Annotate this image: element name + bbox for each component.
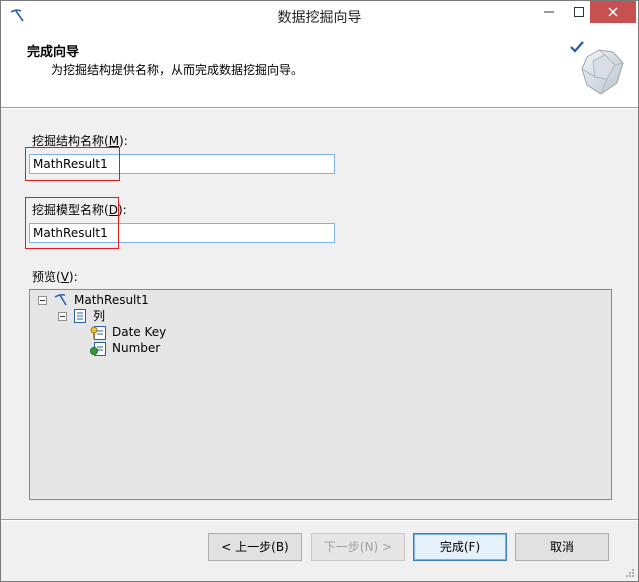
page-title: 完成向导 — [27, 45, 80, 60]
structure-name-highlight — [25, 147, 120, 181]
wizard-window: 数据挖掘向导 完成向导 为挖掘结构提供名称，从而完成数据挖掘向导。 挖掘结构名称… — [0, 0, 639, 582]
cancel-button[interactable]: 取消 — [515, 533, 609, 561]
resize-grip-icon[interactable] — [625, 568, 635, 578]
preview-tree[interactable]: MathResult1 列 Date Key Number — [29, 289, 612, 500]
model-name-highlight — [25, 197, 119, 249]
maximize-icon — [574, 7, 584, 17]
tree-root-label: MathResult1 — [74, 293, 149, 307]
wizard-header: 完成向导 为挖掘结构提供名称，从而完成数据挖掘向导。 — [1, 31, 638, 107]
key-column-icon — [90, 326, 106, 340]
finish-button[interactable]: 完成(F) — [413, 533, 507, 561]
tree-columns-label: 列 — [93, 309, 106, 323]
tree-column-label: Number — [112, 341, 161, 355]
next-button[interactable]: 下一步(N) > — [311, 533, 405, 561]
columns-icon — [74, 309, 86, 323]
tree-column-label: Date Key — [112, 325, 167, 339]
minimize-icon — [544, 11, 554, 13]
preview-label: 预览(V): — [32, 270, 78, 284]
page-subtitle: 为挖掘结构提供名称，从而完成数据挖掘向导。 — [51, 63, 304, 77]
header-divider-highlight — [1, 108, 638, 109]
close-icon — [608, 7, 618, 17]
diamond-icon — [581, 49, 624, 95]
predict-column-icon — [90, 342, 106, 356]
minimize-button[interactable] — [534, 1, 564, 23]
collapse-toggle[interactable] — [58, 312, 67, 321]
collapse-toggle[interactable] — [38, 296, 47, 305]
mining-structure-icon — [54, 294, 67, 306]
back-button[interactable]: < 上一步(B) — [208, 533, 302, 561]
footer-divider-highlight — [1, 520, 638, 521]
title-bar[interactable]: 数据挖掘向导 — [1, 1, 638, 31]
close-button[interactable] — [590, 1, 636, 23]
